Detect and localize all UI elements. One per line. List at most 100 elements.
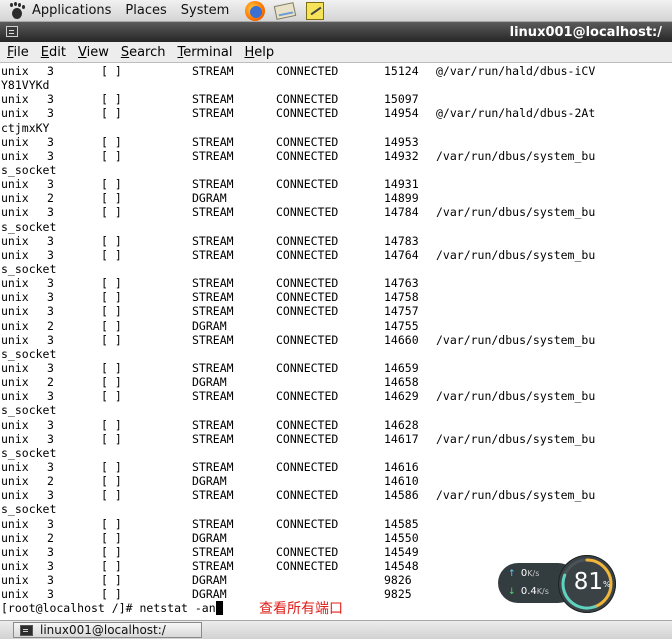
socket-inode: 14628 <box>384 417 419 432</box>
socket-flags: [ ] <box>101 92 122 107</box>
socket-proto: unix <box>1 474 29 489</box>
socket-state: CONNECTED <box>276 290 339 305</box>
socket-type: STREAM <box>192 233 234 248</box>
socket-row: unix 3 [ ] STREAM CONNECTED 14585 <box>0 517 672 531</box>
wrapped-line: s_socket <box>0 262 672 276</box>
socket-refcnt: 3 <box>47 332 54 347</box>
socket-row: unix 2 [ ] DGRAM 14755 <box>0 319 672 333</box>
window-title-bar[interactable]: linux001@localhost:/ <box>0 22 672 42</box>
socket-row: unix 3 [ ] STREAM CONNECTED 14617/var/run/dbu… <box>0 432 672 446</box>
wrapped-path-text: s_socket <box>1 261 57 276</box>
socket-flags: [ ] <box>101 191 122 206</box>
socket-type: STREAM <box>192 290 234 305</box>
socket-type: STREAM <box>192 332 234 347</box>
socket-type: DGRAM <box>192 530 227 545</box>
socket-type: STREAM <box>192 247 234 262</box>
applications-menu[interactable]: Applications <box>32 3 111 18</box>
wrapped-path-text: s_socket <box>1 219 57 234</box>
wrapped-line: s_socket <box>0 502 672 516</box>
wrapped-path-text: ctjmxKY <box>1 120 50 135</box>
socket-flags: [ ] <box>101 304 122 319</box>
mail-launcher[interactable] <box>273 1 297 21</box>
socket-proto: unix <box>1 276 29 291</box>
annotation-text: 查看所有端口 <box>259 601 343 617</box>
socket-row: unix 3 [ ] STREAM CONNECTED 14758 <box>0 290 672 304</box>
terminal-output[interactable]: unix 3 [ ] STREAM CONNECTED 15124 @/var/run/ha… <box>0 63 672 620</box>
socket-flags: [ ] <box>101 474 122 489</box>
socket-row: unix 3 [ ] STREAM CONNECTED 14784/var/run/dbu… <box>0 205 672 219</box>
socket-type: STREAM <box>192 544 234 559</box>
socket-type: STREAM <box>192 558 234 573</box>
notes-launcher[interactable] <box>303 1 327 21</box>
socket-inode: 14931 <box>384 177 419 192</box>
socket-type: STREAM <box>192 431 234 446</box>
socket-type: DGRAM <box>192 191 227 206</box>
socket-refcnt: 3 <box>47 276 54 291</box>
socket-type: STREAM <box>192 106 234 121</box>
places-menu[interactable]: Places <box>125 3 166 18</box>
upload-arrow-icon: ↑ <box>508 569 516 579</box>
mail-icon <box>274 1 297 20</box>
command-line[interactable]: [root@localhost /]# netstat -an <box>1 600 223 617</box>
menu-edit[interactable]: Edit <box>35 45 72 60</box>
socket-flags: [ ] <box>101 177 122 192</box>
system-menu[interactable]: System <box>181 3 229 18</box>
socket-proto: unix <box>1 191 29 206</box>
socket-flags: [ ] <box>101 64 122 78</box>
socket-state: CONNECTED <box>276 558 339 573</box>
taskbar-window-button[interactable]: linux001@localhost:/ <box>13 622 202 638</box>
socket-flags: [ ] <box>101 106 122 121</box>
socket-refcnt: 3 <box>47 360 54 375</box>
socket-type: STREAM <box>192 389 234 404</box>
socket-type: STREAM <box>192 276 234 291</box>
socket-flags: [ ] <box>101 360 122 375</box>
netstat-output: unix 3 [ ] STREAM CONNECTED 15124 @/var/run/ha… <box>0 64 672 601</box>
socket-proto: unix <box>1 573 29 588</box>
socket-state: CONNECTED <box>276 247 339 262</box>
socket-proto: unix <box>1 148 29 163</box>
socket-refcnt: 3 <box>47 459 54 474</box>
typed-command: netstat -an <box>139 601 216 615</box>
socket-inode: 14899 <box>384 191 419 206</box>
socket-state: CONNECTED <box>276 64 339 78</box>
terminal-window-icon[interactable] <box>6 26 18 37</box>
socket-flags: [ ] <box>101 389 122 404</box>
socket-refcnt: 3 <box>47 558 54 573</box>
socket-flags: [ ] <box>101 459 122 474</box>
socket-row: unix 2 [ ] DGRAM 14610 <box>0 474 672 488</box>
socket-inode: 14758 <box>384 290 419 305</box>
socket-refcnt: 3 <box>47 205 54 220</box>
menu-view[interactable]: View <box>72 45 115 60</box>
menu-terminal[interactable]: Terminal <box>172 45 239 60</box>
socket-path: /var/run/dbus/system_bu <box>436 389 596 404</box>
socket-state: CONNECTED <box>276 177 339 192</box>
socket-inode: 14550 <box>384 530 419 545</box>
socket-inode: 9825 <box>384 587 412 602</box>
socket-row: unix 3 [ ] STREAM CONNECTED 14764/var/run/dbu… <box>0 248 672 262</box>
menu-file[interactable]: File <box>0 45 35 60</box>
socket-row: unix 3 [ ] STREAM CONNECTED 14954 @/var/run/ha… <box>0 106 672 120</box>
socket-proto: unix <box>1 544 29 559</box>
socket-state: CONNECTED <box>276 276 339 291</box>
socket-row: unix 3 [ ] STREAM CONNECTED 14783 <box>0 234 672 248</box>
network-monitor-widget[interactable]: ↑ 0K/s ↓ 0.4K/s 81 % <box>498 555 618 613</box>
socket-inode: 14755 <box>384 318 419 333</box>
socket-refcnt: 3 <box>47 290 54 305</box>
socket-row: unix 3 [ ] STREAM CONNECTED 15124 @/var/run/ha… <box>0 64 672 78</box>
socket-type: DGRAM <box>192 318 227 333</box>
menu-help[interactable]: Help <box>238 45 280 60</box>
menu-search[interactable]: Search <box>115 45 172 60</box>
socket-row: unix 3 [ ] STREAM CONNECTED 14586/var/run/dbu… <box>0 488 672 502</box>
socket-flags: [ ] <box>101 247 122 262</box>
socket-row: unix 3 [ ] STREAM CONNECTED 14932/var/run/dbu… <box>0 149 672 163</box>
wrapped-line: ctjmxKY <box>0 121 672 135</box>
socket-path: /var/run/dbus/system_bu <box>436 148 596 163</box>
firefox-launcher[interactable] <box>243 0 267 21</box>
socket-row: unix 2 [ ] DGRAM 14899 <box>0 191 672 205</box>
socket-refcnt: 3 <box>47 134 54 149</box>
socket-flags: [ ] <box>101 290 122 305</box>
socket-state: CONNECTED <box>276 304 339 319</box>
wrapped-path-text: s_socket <box>1 403 57 418</box>
socket-flags: [ ] <box>101 318 122 333</box>
socket-state: CONNECTED <box>276 417 339 432</box>
